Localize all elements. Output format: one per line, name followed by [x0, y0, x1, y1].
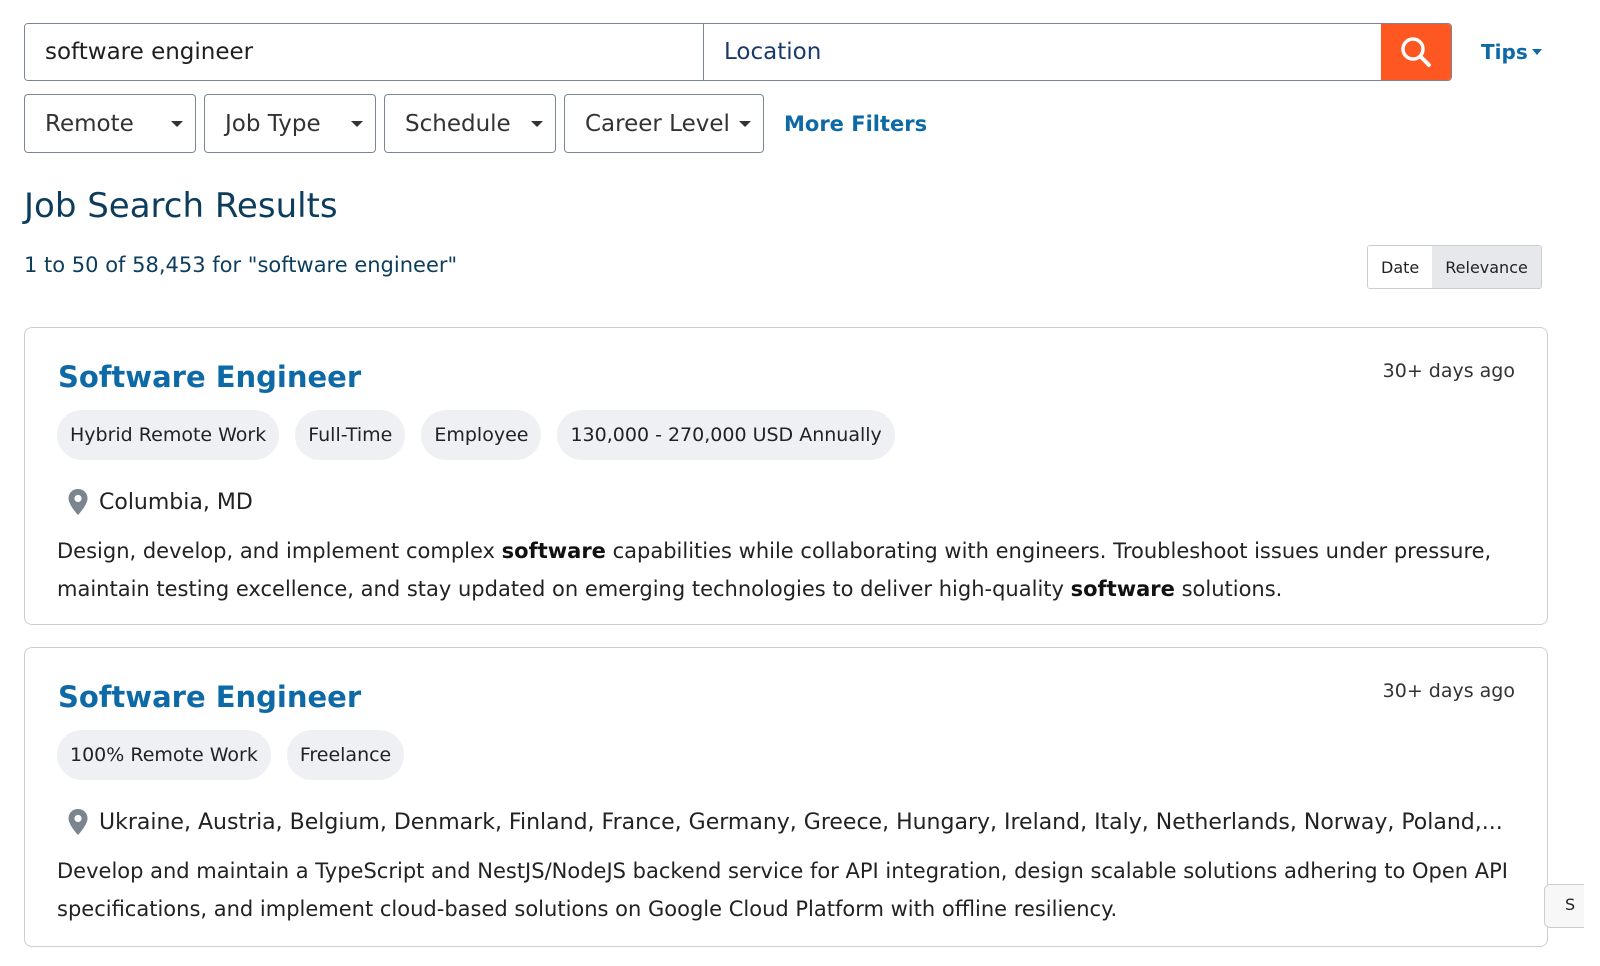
filter-job-type[interactable]: Job Type: [204, 94, 376, 153]
job-title-link[interactable]: Software Engineer: [58, 360, 361, 394]
result-count: 1 to 50 of 58,453 for "software engineer…: [24, 253, 458, 277]
filter-label: Job Type: [225, 110, 321, 137]
location-text: Ukraine, Austria, Belgium, Denmark, Finl…: [99, 809, 1503, 835]
filter-career-level[interactable]: Career Level: [564, 94, 764, 153]
keyword-search-input[interactable]: [25, 24, 704, 80]
job-tag: Full-Time: [295, 410, 406, 460]
job-description: Develop and maintain a TypeScript and Ne…: [57, 852, 1517, 928]
caret-down-icon: [171, 120, 183, 127]
side-tab[interactable]: S: [1544, 884, 1584, 928]
side-tab-label: S: [1565, 895, 1576, 914]
job-tags: Hybrid Remote Work Full-Time Employee 13…: [57, 410, 895, 460]
map-pin-icon: [68, 489, 88, 515]
job-location: Columbia, MD: [67, 488, 1507, 516]
posted-date: 30+ days ago: [1382, 680, 1515, 702]
description-segment: Design, develop, and implement complex: [57, 539, 502, 563]
sort-option-relevance[interactable]: Relevance: [1432, 246, 1541, 288]
description-segment: Develop and maintain a TypeScript and Ne…: [57, 859, 1508, 921]
filter-schedule[interactable]: Schedule: [384, 94, 556, 153]
more-filters-link[interactable]: More Filters: [784, 112, 927, 136]
filter-label: Career Level: [585, 110, 730, 137]
filter-bar: Remote Job Type Schedule Career Level Mo…: [24, 94, 927, 153]
search-bar: [24, 23, 1452, 81]
job-tag: Employee: [421, 410, 542, 460]
job-tag: 100% Remote Work: [57, 730, 271, 780]
caret-down-icon: [739, 120, 751, 127]
caret-down-icon: [351, 120, 363, 127]
location-text: Columbia, MD: [99, 489, 253, 515]
description-highlight: software: [1070, 577, 1175, 601]
job-tags: 100% Remote Work Freelance: [57, 730, 405, 780]
job-description: Design, develop, and implement complex s…: [57, 532, 1517, 608]
filter-label: Remote: [45, 110, 134, 137]
search-button[interactable]: [1381, 24, 1451, 80]
sort-toggle: Date Relevance: [1367, 245, 1542, 289]
job-card[interactable]: Software Engineer 30+ days ago Hybrid Re…: [24, 327, 1548, 625]
filter-remote[interactable]: Remote: [24, 94, 196, 153]
page-title: Job Search Results: [24, 186, 338, 226]
description-segment: solutions.: [1174, 577, 1283, 601]
job-card[interactable]: Software Engineer 30+ days ago 100% Remo…: [24, 647, 1548, 947]
job-title-link[interactable]: Software Engineer: [58, 680, 361, 714]
search-icon: [1401, 37, 1431, 67]
job-tag: Freelance: [286, 730, 405, 780]
chevron-down-icon: [1531, 49, 1542, 55]
job-tag: Hybrid Remote Work: [57, 410, 280, 460]
job-location: Ukraine, Austria, Belgium, Denmark, Finl…: [67, 808, 1507, 836]
caret-down-icon: [531, 120, 543, 127]
map-pin-icon: [68, 809, 88, 835]
sort-option-date[interactable]: Date: [1368, 246, 1433, 288]
tips-label: Tips: [1481, 40, 1528, 64]
description-highlight: software: [501, 539, 606, 563]
job-tag: 130,000 - 270,000 USD Annually: [557, 410, 895, 460]
filter-label: Schedule: [405, 110, 511, 137]
posted-date: 30+ days ago: [1382, 360, 1515, 382]
tips-link[interactable]: Tips: [1481, 40, 1542, 64]
location-input[interactable]: [704, 24, 1381, 80]
